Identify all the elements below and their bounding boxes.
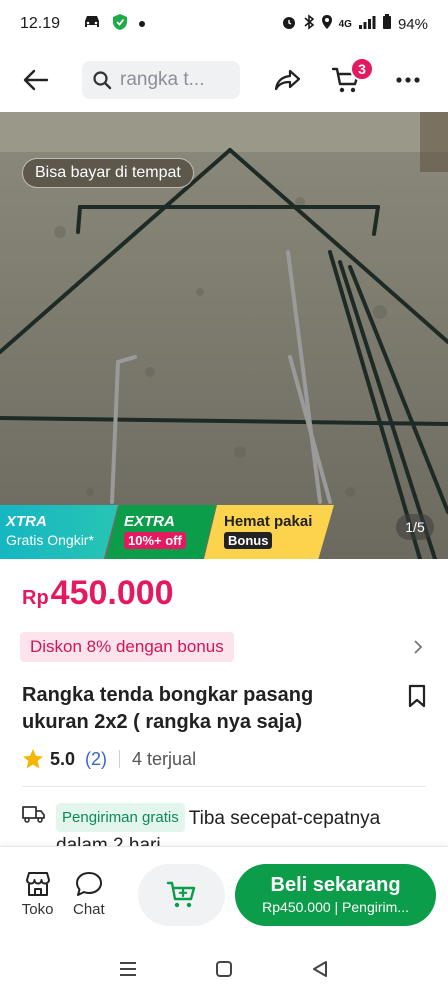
cart-count-badge: 3 <box>350 57 374 81</box>
back-button[interactable] <box>14 58 58 102</box>
discount-row[interactable]: Diskon 8% dengan bonus <box>20 631 428 663</box>
chat-label: Chat <box>72 901 105 918</box>
product-title: Rangka tenda bongkar pasang ukuran 2x2 (… <box>22 684 314 733</box>
rating-score: 5.0 <box>50 748 76 769</box>
search-placeholder: rangka t... <box>120 69 205 90</box>
rating-row[interactable]: 5.0 (2) 4 terjual <box>22 745 196 773</box>
share-button[interactable] <box>266 58 310 102</box>
alarm-icon <box>281 14 297 34</box>
signal-icon <box>358 14 376 34</box>
review-count[interactable]: (2) <box>85 749 107 770</box>
home-button[interactable] <box>215 960 233 983</box>
menu-icon <box>120 961 136 976</box>
promo-extra-title: EXTRA <box>124 513 175 530</box>
buy-now-label: Beli sekarang <box>270 874 401 896</box>
promo-strip[interactable]: XTRA Gratis Ongkir* EXTRA 10%+ off Hemat… <box>0 505 345 559</box>
nav-back-button[interactable] <box>311 960 329 983</box>
star-icon <box>23 749 43 769</box>
triangle-back-icon <box>313 960 327 977</box>
chat-icon <box>75 872 102 896</box>
promo-extra-sub: 10%+ off <box>124 532 186 549</box>
more-icon <box>396 77 420 83</box>
promo-hemat-sub: Bonus <box>224 532 273 549</box>
promo-xtra-title: XTRA <box>6 513 47 530</box>
buy-now-subtext: Rp450.000 | Pengirim... <box>262 899 409 915</box>
section-divider <box>22 786 426 787</box>
cod-badge: Bisa bayar di tempat <box>22 158 194 188</box>
status-bar-right: 4G 94% <box>281 14 428 34</box>
chevron-right-icon <box>408 637 428 657</box>
home-square-icon <box>216 960 232 977</box>
title-row: Rangka tenda bongkar pasang ukuran 2x2 (… <box>22 682 432 736</box>
discount-badge: Diskon 8% dengan bonus <box>20 632 234 662</box>
promo-hemat-title: Hemat pakai <box>224 513 313 530</box>
image-page-indicator: 1/5 <box>396 514 434 540</box>
bottom-action-bar: Toko Chat Beli sekarang Rp450.000 | Peng… <box>0 846 448 942</box>
promo-xtra: XTRA Gratis Ongkir* <box>0 505 118 559</box>
app-header: rangka t... 3 <box>0 48 448 112</box>
promo-hemat: Hemat pakai Bonus <box>204 505 334 559</box>
battery-icon <box>382 14 392 34</box>
shield-icon <box>112 13 128 36</box>
status-bar: 12.19 4G 94% <box>0 0 448 48</box>
store-button[interactable]: Toko <box>12 871 63 918</box>
store-icon <box>25 872 50 896</box>
network-label: 4G <box>338 18 352 30</box>
system-nav-bar <box>0 942 448 1000</box>
location-icon <box>321 14 333 34</box>
share-icon <box>274 69 301 91</box>
promo-xtra-sub: Gratis Ongkir* <box>6 532 94 548</box>
bookmark-icon <box>408 684 426 708</box>
bluetooth-icon <box>303 14 315 34</box>
price-currency: Rp <box>22 587 49 609</box>
price-amount: 450.000 <box>50 574 174 612</box>
promo-extra: EXTRA 10%+ off <box>106 505 216 559</box>
rating-divider <box>119 750 121 768</box>
search-icon <box>93 71 112 90</box>
arrow-left-icon <box>23 69 49 91</box>
store-label: Toko <box>21 901 54 918</box>
status-bar-left: 12.19 <box>20 13 146 36</box>
car-icon <box>82 14 102 35</box>
buy-now-button[interactable]: Beli sekarang Rp450.000 | Pengirim... <box>235 863 437 926</box>
add-to-cart-button[interactable] <box>138 863 226 926</box>
dot-icon <box>138 15 146 33</box>
more-options-button[interactable] <box>386 58 430 102</box>
recent-apps-button[interactable] <box>119 961 137 982</box>
cart-button[interactable]: 3 <box>324 57 374 102</box>
product-price: Rp 450.000 <box>22 574 174 613</box>
status-time: 12.19 <box>20 15 61 32</box>
sold-count: 4 terjual <box>132 748 197 769</box>
battery-level: 94% <box>397 15 428 33</box>
wishlist-button[interactable] <box>402 682 432 712</box>
add-cart-icon <box>166 881 195 907</box>
chat-button[interactable]: Chat <box>63 871 114 918</box>
product-image-gallery[interactable]: Bisa bayar di tempat XTRA Gratis Ongkir*… <box>0 112 448 559</box>
free-shipping-badge: Pengiriman gratis <box>56 803 185 832</box>
search-input[interactable]: rangka t... <box>82 61 240 99</box>
